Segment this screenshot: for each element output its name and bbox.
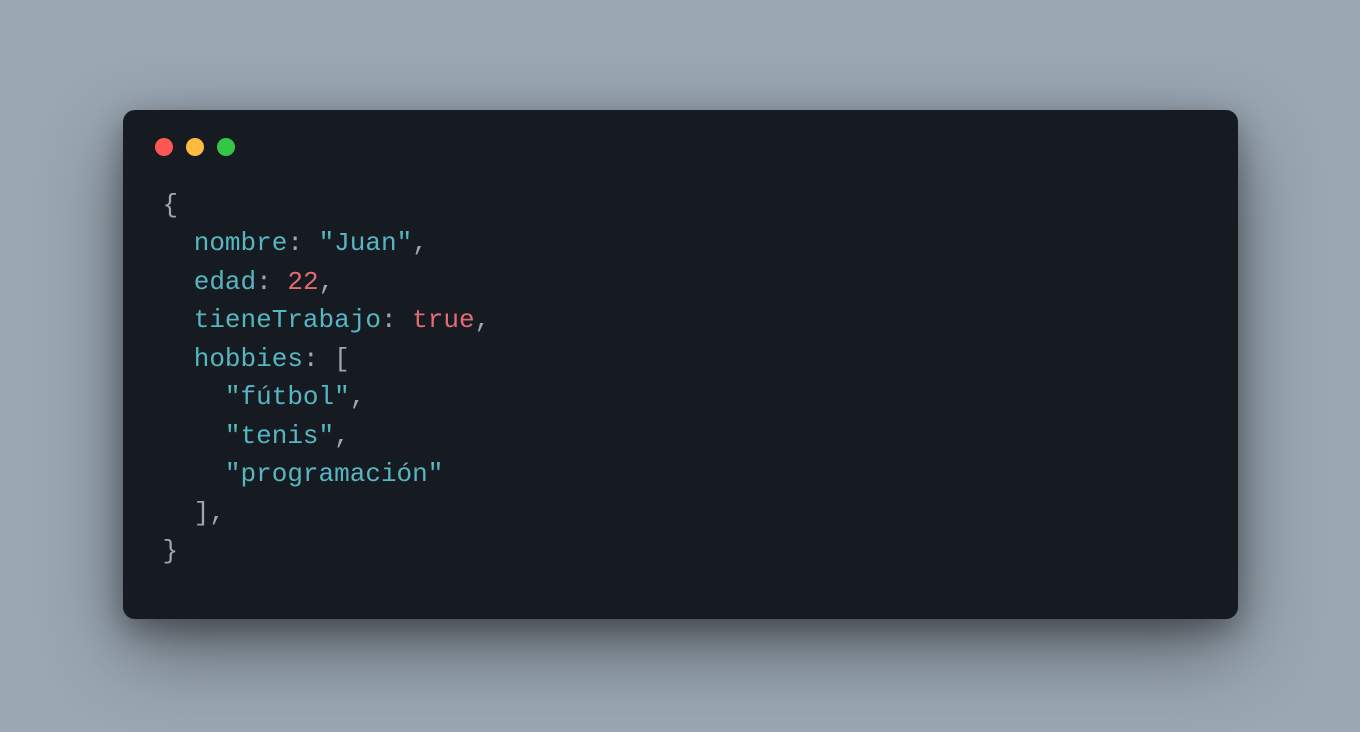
comma: , xyxy=(334,421,350,451)
colon: : xyxy=(303,344,319,374)
close-icon[interactable] xyxy=(155,138,173,156)
string-value: "Juan" xyxy=(319,228,413,258)
string-value: "tenis" xyxy=(225,421,334,451)
bracket-open: [ xyxy=(334,344,350,374)
code-window: { nombre: "Juan", edad: 22, tieneTrabajo… xyxy=(123,110,1238,619)
comma: , xyxy=(209,498,225,528)
object-key: hobbies xyxy=(194,344,303,374)
brace-open: { xyxy=(163,190,179,220)
object-key: tieneTrabajo xyxy=(194,305,381,335)
object-key: edad xyxy=(194,267,256,297)
colon: : xyxy=(381,305,397,335)
comma: , xyxy=(319,267,335,297)
comma: , xyxy=(350,382,366,412)
minimize-icon[interactable] xyxy=(186,138,204,156)
string-value: "fútbol" xyxy=(225,382,350,412)
window-titlebar xyxy=(123,110,1238,166)
code-block: { nombre: "Juan", edad: 22, tieneTrabajo… xyxy=(123,166,1238,619)
string-value: "programación" xyxy=(225,459,443,489)
maximize-icon[interactable] xyxy=(217,138,235,156)
comma: , xyxy=(475,305,491,335)
comma: , xyxy=(412,228,428,258)
brace-close: } xyxy=(163,536,179,566)
bracket-close: ] xyxy=(194,498,210,528)
colon: : xyxy=(287,228,303,258)
boolean-value: true xyxy=(412,305,474,335)
object-key: nombre xyxy=(194,228,288,258)
number-value: 22 xyxy=(287,267,318,297)
colon: : xyxy=(256,267,272,297)
